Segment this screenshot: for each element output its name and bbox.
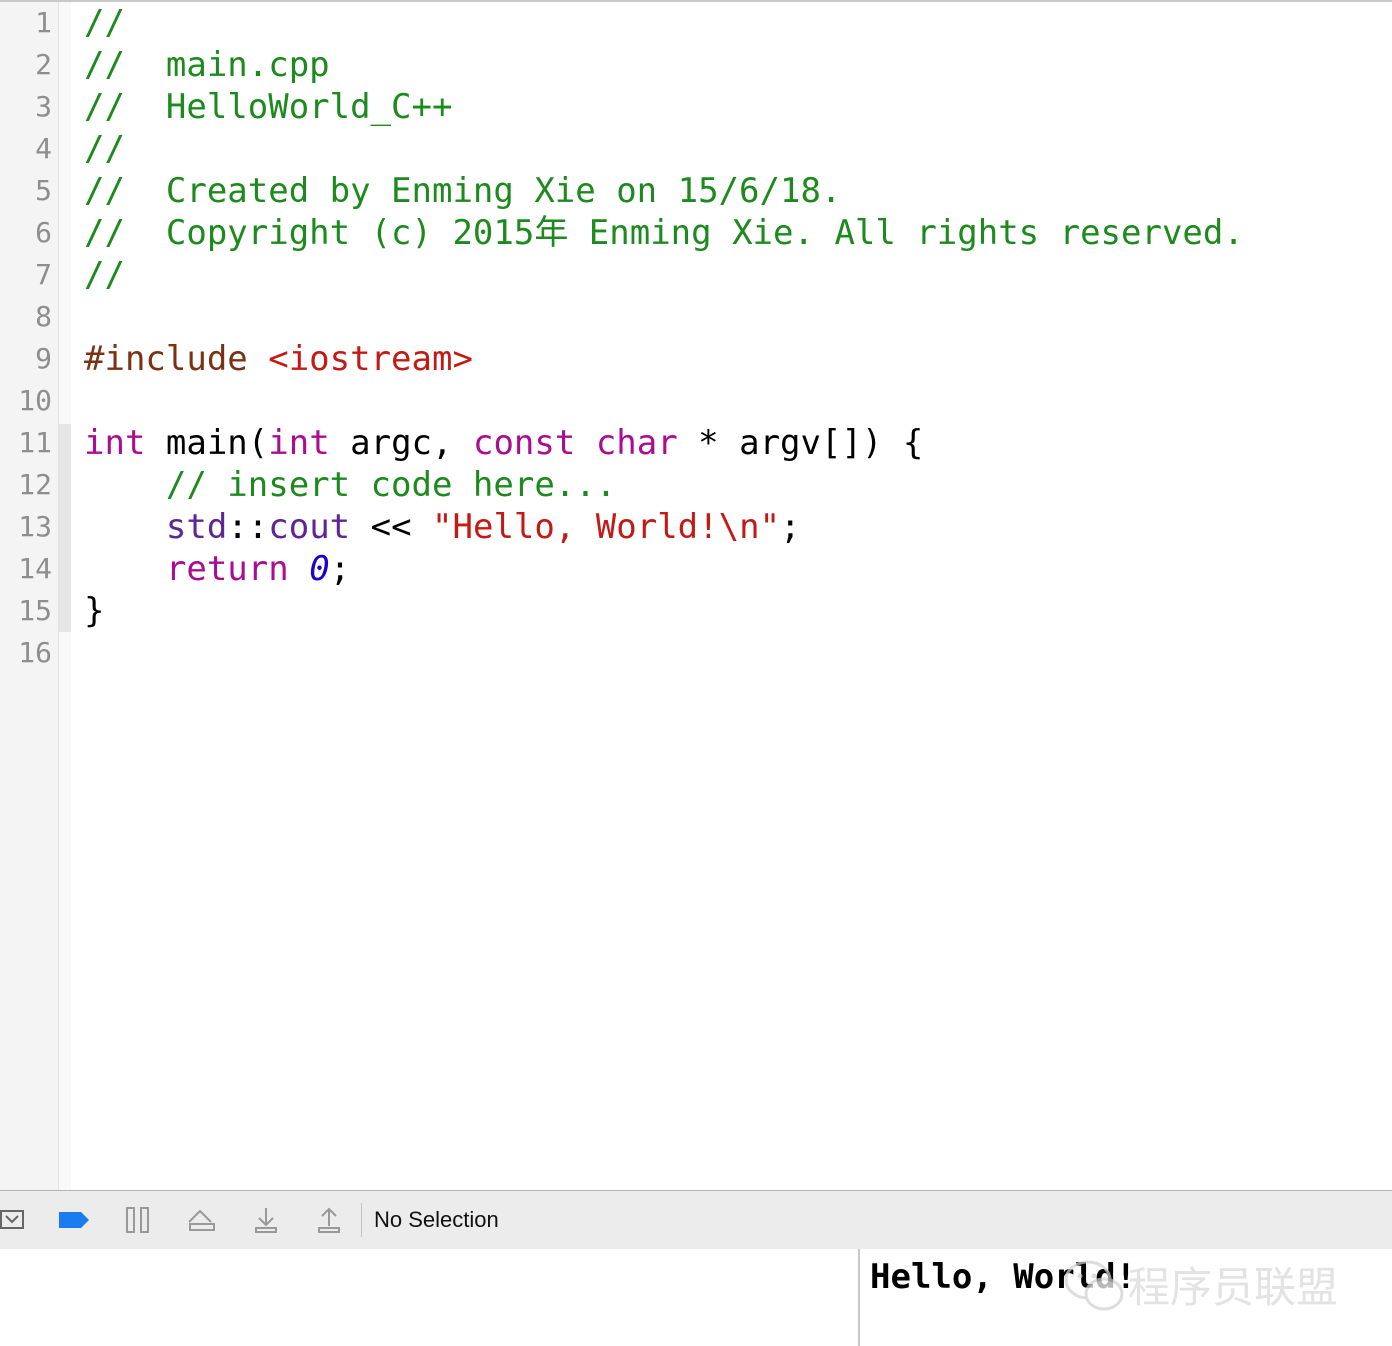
editor-top-border — [0, 0, 1392, 2]
preprocessor-directive: #include — [84, 339, 269, 379]
variables-view[interactable] — [0, 1249, 858, 1346]
line-number[interactable]: 14 — [18, 548, 52, 590]
comment: // insert code here... — [165, 465, 617, 505]
line-number[interactable]: 16 — [18, 632, 52, 674]
code-line-3[interactable]: // HelloWorld_C++ — [84, 86, 452, 128]
identifier: cout — [268, 507, 351, 547]
code-line-2[interactable]: // main.cpp — [84, 44, 330, 86]
step-out-icon[interactable] — [315, 1206, 343, 1234]
code-line-5[interactable]: // Created by Enming Xie on 15/6/18. — [84, 170, 841, 212]
line-number[interactable]: 4 — [35, 128, 52, 170]
code-folding-scope-marker[interactable] — [59, 424, 71, 632]
line-number[interactable]: 11 — [18, 422, 52, 464]
code-line-4[interactable]: // — [84, 128, 125, 170]
watermark-text: 程序员联盟 — [1128, 1263, 1339, 1312]
code-line-7[interactable]: // — [84, 254, 125, 296]
line-number[interactable]: 5 — [35, 170, 52, 212]
number-literal: 0 — [309, 549, 330, 589]
jump-bar-label[interactable]: No Selection — [374, 1191, 499, 1249]
code-line-12[interactable]: // insert code here... — [84, 464, 616, 506]
comment: // — [84, 255, 125, 295]
closing-brace: } — [84, 591, 105, 631]
semicolon: ; — [329, 549, 351, 589]
namespace: std — [165, 507, 228, 547]
keyword: return — [165, 549, 289, 589]
debug-pane-divider[interactable] — [858, 1249, 860, 1346]
line-number[interactable]: 15 — [18, 590, 52, 632]
include-header: <iostream> — [268, 339, 473, 379]
wechat-logo-icon — [1064, 1260, 1124, 1311]
scope-operator: :: — [227, 507, 269, 547]
hide-debug-area-icon[interactable] — [0, 1206, 26, 1234]
line-number[interactable]: 13 — [18, 506, 52, 548]
breakpoints-toggle-icon[interactable] — [58, 1206, 90, 1234]
line-number[interactable]: 9 — [35, 338, 52, 380]
comment: // — [84, 3, 125, 43]
comment: // HelloWorld_C++ — [84, 87, 453, 127]
line-number[interactable]: 3 — [35, 86, 52, 128]
line-number[interactable]: 1 — [35, 2, 52, 44]
keyword: const — [472, 423, 576, 463]
line-number[interactable]: 6 — [35, 212, 52, 254]
semicolon: ; — [780, 507, 801, 547]
code-line-13[interactable]: std::cout << "Hello, World!\n"; — [84, 506, 801, 548]
identifier: argc, — [329, 423, 473, 463]
string-literal: "Hello, World!\n" — [432, 507, 781, 547]
keyword: int — [84, 423, 146, 463]
debug-bar: No Selection — [0, 1190, 1392, 1250]
line-number[interactable]: 7 — [35, 254, 52, 296]
debug-bar-separator — [361, 1203, 362, 1237]
comment: // main.cpp — [84, 45, 330, 85]
code-line-1[interactable]: // — [84, 2, 125, 44]
step-into-icon[interactable] — [252, 1206, 280, 1234]
comment: // Created by Enming Xie on 15/6/18. — [84, 171, 842, 211]
line-number[interactable]: 2 — [35, 44, 52, 86]
line-number[interactable]: 12 — [18, 464, 52, 506]
keyword: char — [595, 423, 678, 463]
comment: // Copyright (c) 2015年 Enming Xie. All r… — [84, 213, 1244, 253]
operator: << — [350, 507, 433, 547]
pause-icon[interactable] — [124, 1206, 152, 1234]
code-line-6[interactable]: // Copyright (c) 2015年 Enming Xie. All r… — [84, 212, 1244, 254]
identifier: * argv[]) { — [677, 423, 924, 463]
keyword: int — [268, 423, 330, 463]
comment: // — [84, 129, 125, 169]
code-line-15[interactable]: } — [84, 590, 104, 632]
step-over-icon[interactable] — [186, 1206, 218, 1234]
code-line-9[interactable]: #include <iostream> — [84, 338, 473, 380]
code-line-14[interactable]: return 0; — [84, 548, 350, 590]
watermark: 程序员联盟 — [1050, 1250, 1370, 1320]
line-number[interactable]: 8 — [35, 296, 52, 338]
code-line-11[interactable]: int main(int argc, const char * argv[]) … — [84, 422, 923, 464]
line-number[interactable]: 10 — [18, 380, 52, 422]
identifier: main( — [145, 423, 269, 463]
